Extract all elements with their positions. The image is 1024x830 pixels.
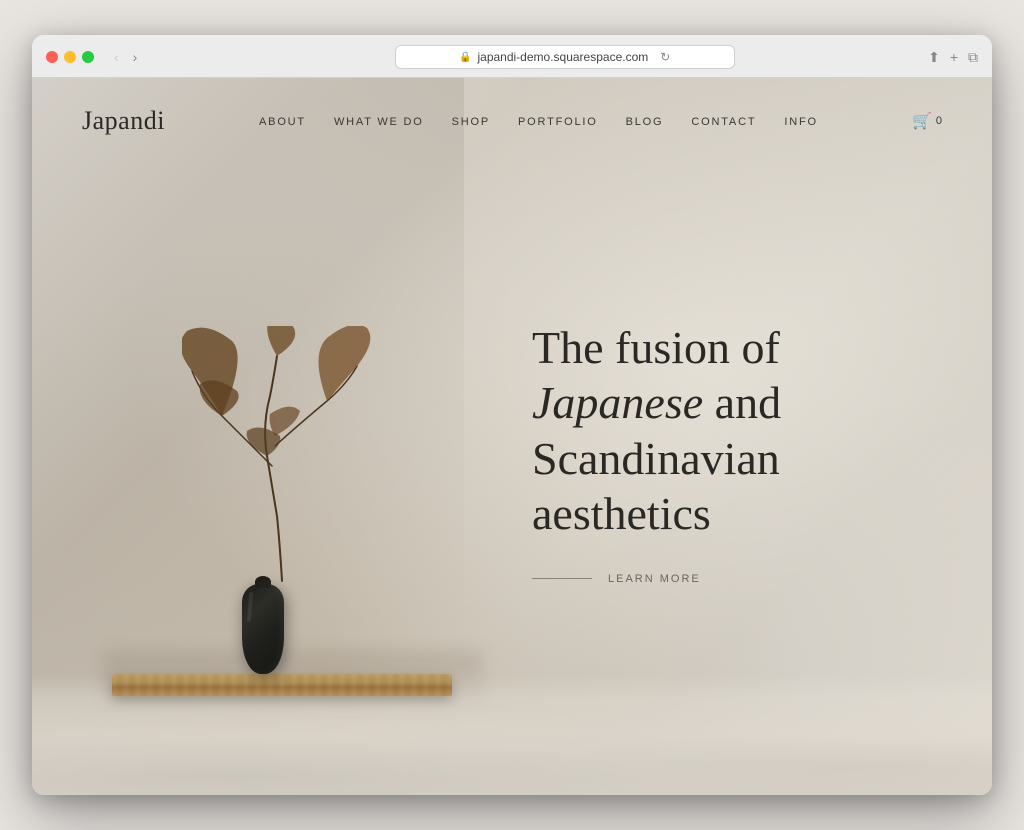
nav-item-about[interactable]: ABOUT	[259, 112, 306, 130]
nav-link-portfolio[interactable]: PORTFOLIO	[518, 116, 598, 128]
hero-content: The fusion of Japanese and Scandinavian …	[32, 164, 992, 781]
back-button[interactable]: ‹	[110, 47, 123, 67]
hero-scene	[82, 194, 492, 751]
learn-more-link[interactable]: LEARN MORE	[608, 573, 701, 585]
hero-heading-italic: Japanese	[532, 377, 703, 428]
hero-text-area: The fusion of Japanese and Scandinavian …	[492, 320, 942, 625]
vase-container	[242, 584, 284, 674]
traffic-lights	[46, 51, 94, 63]
maximize-button[interactable]	[82, 51, 94, 63]
nav-link-info[interactable]: INFO	[784, 116, 817, 128]
learn-more-line	[532, 578, 592, 579]
site-logo[interactable]: Japandi	[82, 106, 165, 136]
new-tab-button[interactable]: +	[950, 49, 958, 65]
minimize-button[interactable]	[64, 51, 76, 63]
shelf-shadow	[102, 651, 482, 711]
nav-item-info[interactable]: INFO	[784, 112, 817, 130]
close-button[interactable]	[46, 51, 58, 63]
reload-button[interactable]: ↻	[660, 50, 670, 64]
address-bar-container: 🔒 japandi-demo.squarespace.com ↻ ⬆ + ⧉	[151, 45, 978, 69]
vase	[242, 584, 284, 674]
learn-more-wrapper: LEARN MORE	[532, 573, 942, 585]
address-bar[interactable]: 🔒 japandi-demo.squarespace.com ↻	[395, 45, 735, 69]
nav-link-blog[interactable]: BLOG	[626, 116, 664, 128]
nav-link-shop[interactable]: SHOP	[452, 116, 490, 128]
nav-link-contact[interactable]: CONTACT	[691, 116, 756, 128]
nav-links: ABOUT WHAT WE DO SHOP PORTFOLIO BLOG CON…	[259, 112, 818, 130]
cart-count: 0	[936, 115, 942, 127]
nav-item-blog[interactable]: BLOG	[626, 112, 664, 130]
browser-chrome: ‹ › 🔒 japandi-demo.squarespace.com ↻ ⬆ +…	[32, 35, 992, 78]
hero-heading-part1: The fusion of	[532, 322, 780, 373]
cart-icon-wrapper[interactable]: 🛒 0	[912, 111, 942, 131]
url-text: japandi-demo.squarespace.com	[477, 50, 648, 64]
nav-link-about[interactable]: ABOUT	[259, 116, 306, 128]
lock-icon: 🔒	[459, 52, 471, 63]
site-navigation: Japandi ABOUT WHAT WE DO SHOP PORTFOLIO …	[32, 78, 992, 164]
windows-button[interactable]: ⧉	[968, 49, 978, 66]
nav-buttons: ‹ ›	[110, 47, 141, 67]
browser-right-actions: ⬆ + ⧉	[928, 49, 978, 66]
plant-decoration	[182, 326, 382, 586]
website-content: Japandi ABOUT WHAT WE DO SHOP PORTFOLIO …	[32, 78, 992, 795]
forward-button[interactable]: ›	[129, 47, 142, 67]
browser-window: ‹ › 🔒 japandi-demo.squarespace.com ↻ ⬆ +…	[32, 35, 992, 795]
share-button[interactable]: ⬆	[928, 49, 940, 66]
nav-link-what-we-do[interactable]: WHAT WE DO	[334, 116, 424, 128]
nav-item-what-we-do[interactable]: WHAT WE DO	[334, 112, 424, 130]
nav-item-shop[interactable]: SHOP	[452, 112, 490, 130]
hero-heading: The fusion of Japanese and Scandinavian …	[532, 320, 942, 541]
cart-icon: 🛒	[912, 111, 932, 131]
nav-item-portfolio[interactable]: PORTFOLIO	[518, 112, 598, 130]
nav-item-contact[interactable]: CONTACT	[691, 112, 756, 130]
